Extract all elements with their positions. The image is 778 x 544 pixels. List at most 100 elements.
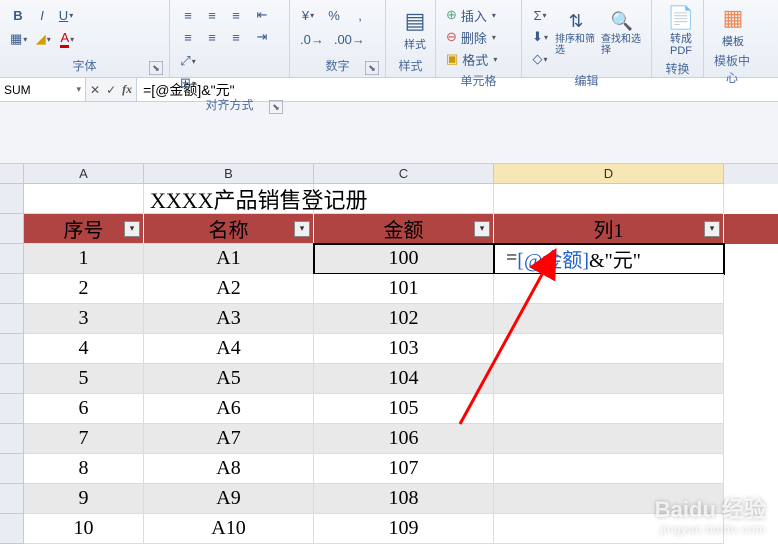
cell-col1[interactable] bbox=[494, 394, 724, 424]
cell-amount[interactable]: 106 bbox=[314, 424, 494, 454]
delete-button[interactable]: ⊖删除▾ bbox=[442, 26, 518, 48]
cell-name[interactable]: A2 bbox=[144, 274, 314, 304]
cell-serial[interactable]: 1 bbox=[24, 244, 144, 274]
autosum-button[interactable]: Σ▾ bbox=[528, 4, 552, 26]
header-cell-name[interactable]: 名称 bbox=[144, 214, 314, 244]
cell-amount[interactable]: 102 bbox=[314, 304, 494, 334]
align-center-button[interactable]: ≡ bbox=[200, 26, 224, 48]
cell-amount[interactable]: 105 bbox=[314, 394, 494, 424]
cell-col1[interactable] bbox=[494, 334, 724, 364]
cell-col1[interactable]: =[@金额]&"元" bbox=[494, 244, 724, 274]
cell-amount[interactable]: 101 bbox=[314, 274, 494, 304]
row-header[interactable] bbox=[0, 334, 24, 364]
cell-col1[interactable] bbox=[494, 424, 724, 454]
cell-serial[interactable]: 8 bbox=[24, 454, 144, 484]
cell-serial[interactable]: 4 bbox=[24, 334, 144, 364]
underline-button[interactable]: U▾ bbox=[54, 4, 78, 26]
cell-serial[interactable]: 6 bbox=[24, 394, 144, 424]
column-header-C[interactable]: C bbox=[314, 164, 494, 184]
sheet-title-cell[interactable]: XXXX产品销售登记册 bbox=[144, 184, 314, 214]
filter-button[interactable] bbox=[124, 221, 140, 237]
italic-button[interactable]: I bbox=[30, 4, 54, 26]
font-color-button[interactable]: A▾ bbox=[55, 28, 79, 50]
cell-name[interactable]: A10 bbox=[144, 514, 314, 544]
header-cell-col1[interactable]: 列1 bbox=[494, 214, 724, 244]
row-header[interactable] bbox=[0, 514, 24, 544]
cell-col1[interactable] bbox=[494, 274, 724, 304]
cell-serial[interactable]: 9 bbox=[24, 484, 144, 514]
header-cell-amount[interactable]: 金额 bbox=[314, 214, 494, 244]
cell-serial[interactable]: 10 bbox=[24, 514, 144, 544]
row-header[interactable] bbox=[0, 394, 24, 424]
row-header[interactable] bbox=[0, 304, 24, 334]
fx-button[interactable]: fx bbox=[122, 82, 132, 97]
cell-serial[interactable]: 7 bbox=[24, 424, 144, 454]
cell-col1[interactable] bbox=[494, 364, 724, 394]
format-button[interactable]: ▣格式▾ bbox=[442, 48, 518, 70]
bold-button[interactable]: B bbox=[6, 4, 30, 26]
indent-increase-button[interactable]: ⇥ bbox=[250, 26, 274, 48]
fill-button[interactable]: ⬇▾ bbox=[528, 26, 552, 48]
select-all-corner[interactable] bbox=[0, 164, 24, 184]
column-header-A[interactable]: A bbox=[24, 164, 144, 184]
sort-filter-button[interactable]: ⇅排序和筛选 bbox=[554, 4, 598, 62]
percent-button[interactable]: % bbox=[322, 4, 346, 26]
filter-button[interactable] bbox=[704, 221, 720, 237]
cell-amount[interactable]: 103 bbox=[314, 334, 494, 364]
currency-button[interactable]: ¥▾ bbox=[296, 4, 320, 26]
cell[interactable] bbox=[494, 184, 724, 214]
align-left-button[interactable]: ≡ bbox=[176, 26, 200, 48]
row-header[interactable] bbox=[0, 214, 24, 244]
cell-amount[interactable]: 100 bbox=[314, 244, 494, 274]
row-header[interactable] bbox=[0, 274, 24, 304]
cell-name[interactable]: A9 bbox=[144, 484, 314, 514]
cell-amount[interactable]: 109 bbox=[314, 514, 494, 544]
row-header[interactable] bbox=[0, 484, 24, 514]
cell-serial[interactable]: 5 bbox=[24, 364, 144, 394]
cell-col1[interactable] bbox=[494, 454, 724, 484]
cell-serial[interactable]: 2 bbox=[24, 274, 144, 304]
align-bottom-button[interactable]: ≡ bbox=[224, 4, 248, 26]
cell-name[interactable]: A7 bbox=[144, 424, 314, 454]
filter-button[interactable] bbox=[474, 221, 490, 237]
header-cell-serial[interactable]: 序号 bbox=[24, 214, 144, 244]
align-top-button[interactable]: ≡ bbox=[176, 4, 200, 26]
cell[interactable] bbox=[24, 184, 144, 214]
formula-cancel-button[interactable]: ✕ bbox=[90, 83, 100, 97]
styles-button[interactable]: ▤样式 bbox=[392, 4, 438, 55]
align-dialog-launcher[interactable]: ⬊ bbox=[269, 100, 283, 114]
decrease-decimal-button[interactable]: .00→ bbox=[330, 28, 369, 50]
cell-amount[interactable]: 108 bbox=[314, 484, 494, 514]
comma-button[interactable]: , bbox=[348, 4, 372, 26]
cell-col1[interactable] bbox=[494, 304, 724, 334]
indent-decrease-button[interactable]: ⇤ bbox=[250, 4, 274, 26]
formula-enter-button[interactable]: ✓ bbox=[106, 83, 116, 97]
column-header-B[interactable]: B bbox=[144, 164, 314, 184]
filter-button[interactable] bbox=[294, 221, 310, 237]
column-header-D[interactable]: D bbox=[494, 164, 724, 184]
insert-button[interactable]: ⊕插入▾ bbox=[442, 4, 518, 26]
clear-button[interactable]: ◇▾ bbox=[528, 48, 552, 70]
increase-decimal-button[interactable]: .0→ bbox=[296, 28, 328, 50]
cell[interactable] bbox=[314, 184, 494, 214]
template-button[interactable]: ▦模板 bbox=[710, 4, 756, 50]
cell-name[interactable]: A8 bbox=[144, 454, 314, 484]
cell-serial[interactable]: 3 bbox=[24, 304, 144, 334]
row-header[interactable] bbox=[0, 184, 24, 214]
row-header[interactable] bbox=[0, 364, 24, 394]
cell-name[interactable]: A3 bbox=[144, 304, 314, 334]
name-box[interactable]: SUM▾ bbox=[0, 78, 86, 101]
orientation-button[interactable]: ⤢▾ bbox=[176, 50, 200, 72]
convert-pdf-button[interactable]: 📄转成 PDF bbox=[658, 4, 704, 58]
cell-name[interactable]: A1 bbox=[144, 244, 314, 274]
merge-button[interactable]: ⊞▾ bbox=[176, 72, 200, 94]
cell-name[interactable]: A4 bbox=[144, 334, 314, 364]
cell-name[interactable]: A5 bbox=[144, 364, 314, 394]
fill-color-button[interactable]: ◢▾ bbox=[31, 28, 55, 50]
row-header[interactable] bbox=[0, 454, 24, 484]
cell-name[interactable]: A6 bbox=[144, 394, 314, 424]
row-header[interactable] bbox=[0, 244, 24, 274]
find-select-button[interactable]: 🔍查找和选择 bbox=[600, 4, 644, 62]
cell-amount[interactable]: 107 bbox=[314, 454, 494, 484]
align-middle-button[interactable]: ≡ bbox=[200, 4, 224, 26]
